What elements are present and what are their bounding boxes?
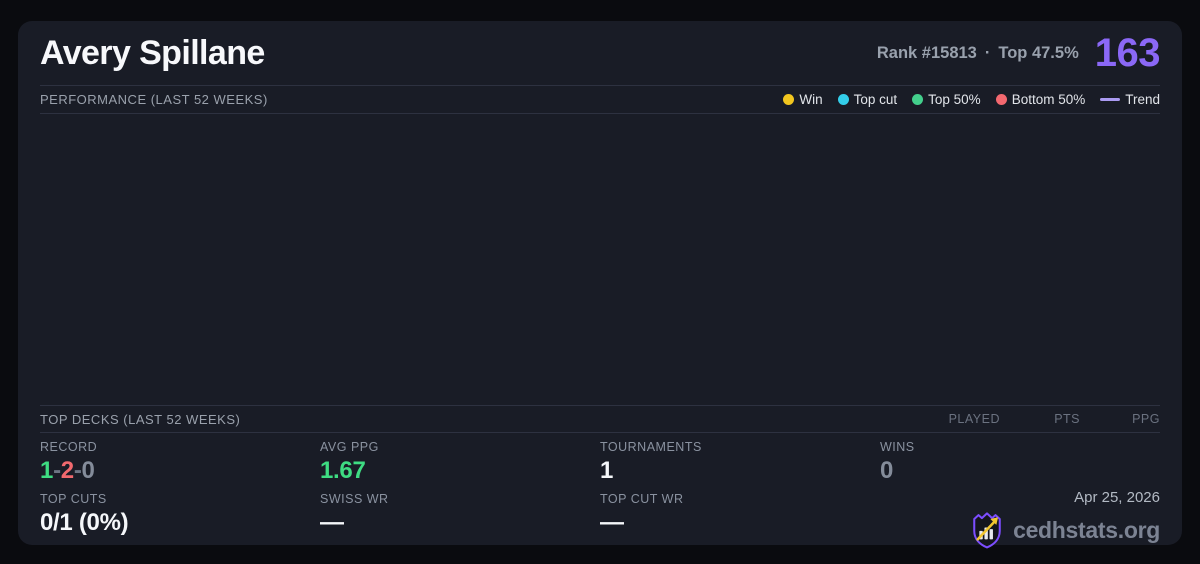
brand-text: cedhstats.org [1013, 516, 1160, 543]
trend-line-icon [1100, 98, 1121, 101]
top50-dot-icon [912, 94, 924, 105]
cedhstats-logo-icon [973, 512, 1001, 549]
legend-label: Win [799, 92, 823, 107]
legend-item-top50: Top 50% [912, 92, 981, 107]
rank-separator: · [984, 43, 991, 62]
legend-item-win: Win [783, 92, 823, 107]
chart-legend: Win Top cut Top 50% Bottom 50% Trend [783, 92, 1160, 107]
rank-number: Rank #15813 [876, 43, 977, 62]
column-played: PLAYED [948, 412, 1000, 426]
top-cut-dot-icon [837, 94, 849, 105]
stat-label: SWISS WR [320, 492, 389, 506]
record-separator: - [73, 457, 82, 484]
stat-record: RECORD 1-2-0 [40, 433, 320, 485]
stat-label: TOURNAMENTS [600, 440, 702, 454]
legend-label: Trend [1125, 92, 1160, 107]
card-header: Avery Spillane Rank #15813 · Top 47.5% 1… [40, 21, 1161, 86]
stat-label: TOP CUTS [40, 492, 107, 506]
snapshot-date: Apr 25, 2026 [1074, 489, 1160, 506]
stat-label: TOP CUT WR [600, 492, 684, 506]
player-score: 163 [1094, 30, 1161, 75]
stat-top-cut-wr: TOP CUT WR — [600, 485, 880, 549]
avg-ppg-value: 1.67 [320, 457, 366, 484]
stat-label: AVG PPG [320, 440, 379, 454]
swiss-wr-value: — [320, 509, 344, 536]
column-ppg: PPG [1132, 412, 1160, 426]
legend-item-top-cut: Top cut [837, 92, 898, 107]
win-dot-icon [783, 94, 795, 105]
record-value: 1-2-0 [40, 457, 320, 485]
legend-label: Top 50% [928, 92, 981, 107]
record-draws: 0 [81, 457, 95, 484]
record-separator: - [53, 457, 61, 484]
top-cut-wr-value: — [600, 509, 624, 536]
top-percent: Top 47.5% [998, 43, 1079, 62]
performance-chart-area [40, 114, 1160, 405]
stat-tournaments: TOURNAMENTS 1 [600, 433, 880, 485]
top-decks-title: TOP DECKS (LAST 52 WEEKS) [40, 411, 241, 427]
column-pts: PTS [1054, 412, 1080, 426]
top-cuts-value: 0/1 (0%) [40, 509, 129, 536]
legend-label: Top cut [853, 92, 898, 107]
stat-top-cuts: TOP CUTS 0/1 (0%) [40, 485, 320, 549]
stat-label: WINS [880, 440, 915, 454]
legend-label: Bottom 50% [1011, 92, 1086, 107]
stat-wins: WINS 0 [880, 433, 1160, 485]
wins-value: 0 [880, 457, 894, 484]
legend-item-trend: Trend [1100, 92, 1160, 107]
player-stats-card: Avery Spillane Rank #15813 · Top 47.5% 1… [18, 21, 1182, 549]
stat-avg-ppg: AVG PPG 1.67 [320, 433, 600, 485]
card-footer: Apr 25, 2026 cedhstats.org [880, 485, 1160, 549]
record-wins: 1 [40, 457, 54, 484]
performance-title: PERFORMANCE (LAST 52 WEEKS) [40, 92, 268, 107]
player-name: Avery Spillane [40, 33, 265, 72]
record-losses: 2 [60, 457, 74, 484]
tournaments-value: 1 [600, 457, 614, 484]
performance-header: PERFORMANCE (LAST 52 WEEKS) Win Top cut … [40, 86, 1160, 114]
stat-label: RECORD [40, 440, 98, 454]
brand: cedhstats.org [970, 511, 1160, 549]
stat-swiss-wr: SWISS WR — [320, 485, 600, 549]
rank-text: Rank #15813 · Top 47.5% [877, 44, 1079, 63]
top-decks-header: TOP DECKS (LAST 52 WEEKS) PLAYED PTS PPG [40, 405, 1160, 433]
header-right: Rank #15813 · Top 47.5% 163 [877, 30, 1161, 76]
top-decks-columns: PLAYED PTS PPG [920, 412, 1160, 426]
bottom50-dot-icon [995, 94, 1007, 105]
stats-grid: RECORD 1-2-0 AVG PPG 1.67 TOURNAMENTS 1 … [40, 433, 1160, 549]
legend-item-bottom50: Bottom 50% [995, 92, 1086, 107]
